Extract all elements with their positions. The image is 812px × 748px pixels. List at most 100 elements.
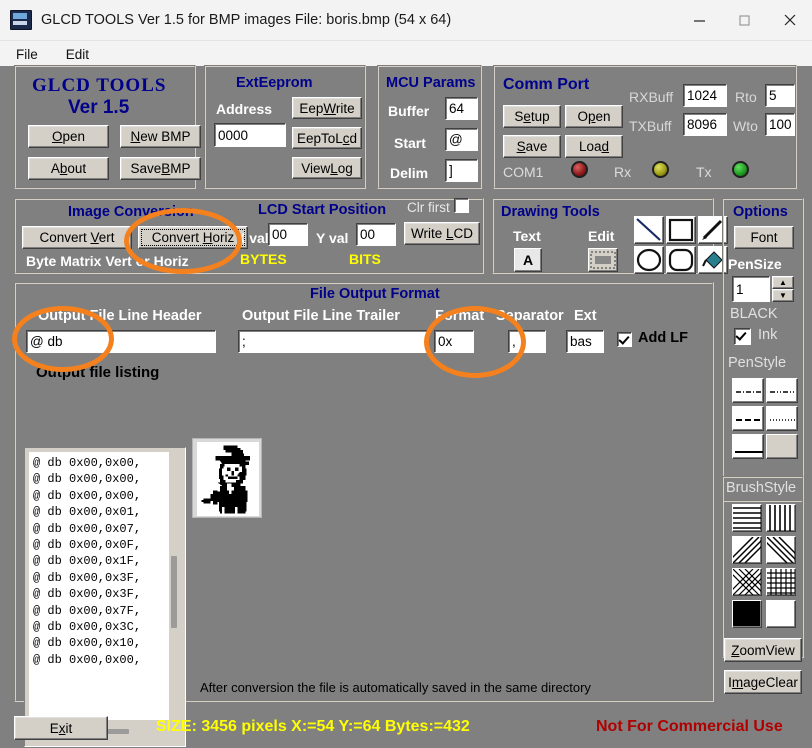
circle-tool-icon[interactable]	[634, 246, 664, 274]
maximize-icon[interactable]	[722, 0, 767, 40]
comm-save-button[interactable]: Save	[503, 135, 561, 158]
lcd-start-title: LCD Start Position	[258, 202, 386, 218]
open-button[interactable]: Open	[28, 125, 109, 148]
tx-label: Tx	[696, 164, 712, 180]
font-button[interactable]: Font	[734, 226, 794, 249]
rounded-rect-tool-icon[interactable]	[666, 246, 696, 274]
rectangle-tool-icon[interactable]	[666, 216, 696, 244]
format-label: Format	[435, 308, 484, 324]
edit-tool-icon[interactable]	[588, 248, 618, 272]
brushstyle-panel: BrushStyle	[722, 476, 804, 658]
y-unit-label: BITS	[349, 251, 381, 267]
ext-eeprom-title: ExtEeprom	[236, 75, 313, 91]
listing-line: @ db 0x00,0x1F,	[33, 553, 169, 569]
window-title: GLCD TOOLS Ver 1.5 for BMP images File: …	[41, 12, 451, 28]
output-listing-box[interactable]: @ db 0x00,0x00,@ db 0x00,0x00,@ db 0x00,…	[24, 447, 186, 747]
convert-vert-button[interactable]: Convert Vert	[22, 226, 132, 249]
save-bmp-button-label: SaveBMP	[130, 161, 190, 176]
penstyle-dotted-swatch[interactable]	[766, 406, 798, 431]
port-status-led	[571, 161, 588, 178]
comm-open-button[interactable]: Open	[565, 105, 623, 128]
brush-diagonal-down-swatch[interactable]	[732, 536, 762, 564]
add-lf-checkbox[interactable]	[617, 332, 632, 347]
mcu-params-panel: MCU Params Buffer 64 Start @ Delim ]	[377, 65, 482, 189]
separator-input[interactable]: ,	[508, 330, 546, 353]
brush-horizontal-swatch[interactable]	[732, 504, 762, 532]
options-title: Options	[733, 204, 788, 220]
close-icon[interactable]	[767, 0, 812, 40]
logo-title: GLCD TOOLS	[32, 75, 166, 97]
penstyle-dashdotdot-swatch[interactable]	[766, 378, 798, 403]
listing-line: @ db 0x00,0x07,	[33, 521, 169, 537]
pen-color-label: BLACK	[730, 306, 778, 322]
comm-load-button[interactable]: Load	[565, 135, 623, 158]
penstyle-dashdot-swatch[interactable]	[732, 378, 764, 403]
eep-write-button[interactable]: EepWrite	[292, 97, 362, 119]
wto-label: Wto	[733, 118, 758, 134]
pensize-down-button[interactable]: ▼	[772, 289, 794, 302]
convert-horiz-button[interactable]: Convert Horiz	[138, 226, 248, 249]
brush-solid-black-swatch[interactable]	[732, 600, 762, 628]
buffer-label: Buffer	[388, 103, 429, 119]
format-input[interactable]: 0x	[434, 330, 474, 353]
brush-vertical-swatch[interactable]	[766, 504, 796, 532]
output-header-label: Output File Line Header	[38, 308, 202, 324]
ink-checkbox[interactable]	[734, 328, 751, 345]
listing-line: @ db 0x00,0x3F,	[33, 586, 169, 602]
about-button[interactable]: About	[28, 157, 109, 180]
ext-input[interactable]: bas	[566, 330, 604, 353]
pensize-input[interactable]: 1	[732, 276, 770, 302]
rxbuff-label: RXBuff	[629, 89, 673, 105]
drawing-tools-panel: Drawing Tools Text Edit A	[492, 198, 714, 274]
line-tool-icon[interactable]	[634, 216, 664, 244]
listing-line: @ db 0x00,0x01,	[33, 504, 169, 520]
y-val-input[interactable]: 00	[356, 223, 396, 246]
pensize-up-button[interactable]: ▲	[772, 276, 794, 289]
bitmap-preview-frame[interactable]	[192, 438, 262, 518]
footer-note: After conversion the file is automatical…	[200, 680, 591, 695]
setup-button[interactable]: Setup	[503, 105, 561, 128]
minimize-icon[interactable]	[677, 0, 722, 40]
penstyle-none-swatch[interactable]	[766, 434, 798, 459]
zoomview-button[interactable]: ZoomView	[724, 638, 802, 662]
menu-edit[interactable]: Edit	[62, 45, 93, 64]
start-input[interactable]: @	[445, 128, 478, 151]
delim-input[interactable]: ]	[445, 159, 478, 182]
view-log-button[interactable]: ViewLog	[292, 157, 362, 179]
about-button-label: About	[51, 161, 86, 176]
menu-file[interactable]: File	[12, 45, 42, 64]
new-bmp-button[interactable]: New BMP	[120, 125, 201, 148]
buffer-input[interactable]: 64	[445, 97, 478, 120]
logo-panel: GLCD TOOLS Ver 1.5 Open New BMP About Sa…	[14, 65, 196, 189]
output-header-input[interactable]: @ db	[26, 330, 216, 353]
x-val-input[interactable]: 00	[268, 223, 308, 246]
rto-input[interactable]: 5	[765, 84, 795, 107]
listing-line: @ db 0x00,0x00,	[33, 471, 169, 487]
eep-to-lcd-label: EepToLcd	[297, 131, 357, 146]
txbuff-input[interactable]: 8096	[683, 113, 727, 136]
output-trailer-input[interactable]: ;	[238, 330, 428, 353]
separator-label: Separator	[496, 308, 564, 324]
image-conversion-title: Image Conversion	[68, 204, 194, 220]
eep-write-label: EepWrite	[299, 101, 354, 116]
brush-solid-white-swatch[interactable]	[766, 600, 796, 628]
exit-button[interactable]: Exit	[14, 716, 108, 740]
wto-input[interactable]: 100	[765, 113, 795, 136]
rxbuff-input[interactable]: 1024	[683, 84, 727, 107]
x-val-label: X val	[236, 230, 269, 246]
penstyle-dashed-swatch[interactable]	[732, 406, 764, 431]
write-lcd-button[interactable]: Write LCD	[404, 222, 480, 245]
clr-first-checkbox[interactable]	[454, 198, 469, 213]
eep-to-lcd-button[interactable]: EepToLcd	[292, 127, 362, 149]
comm-load-label: Load	[579, 139, 609, 154]
text-tool-icon[interactable]: A	[514, 248, 542, 272]
brush-grid-swatch[interactable]	[766, 568, 796, 596]
brush-diagonal-up-swatch[interactable]	[766, 536, 796, 564]
imageclear-button[interactable]: ImageClear	[724, 670, 802, 694]
brush-crosshatch-swatch[interactable]	[732, 568, 762, 596]
listing-vertical-scrollbar[interactable]	[171, 556, 177, 628]
address-input[interactable]: 0000	[214, 123, 286, 147]
save-bmp-button[interactable]: SaveBMP	[120, 157, 201, 180]
start-label: Start	[394, 135, 426, 151]
penstyle-solid-swatch[interactable]	[732, 434, 764, 459]
